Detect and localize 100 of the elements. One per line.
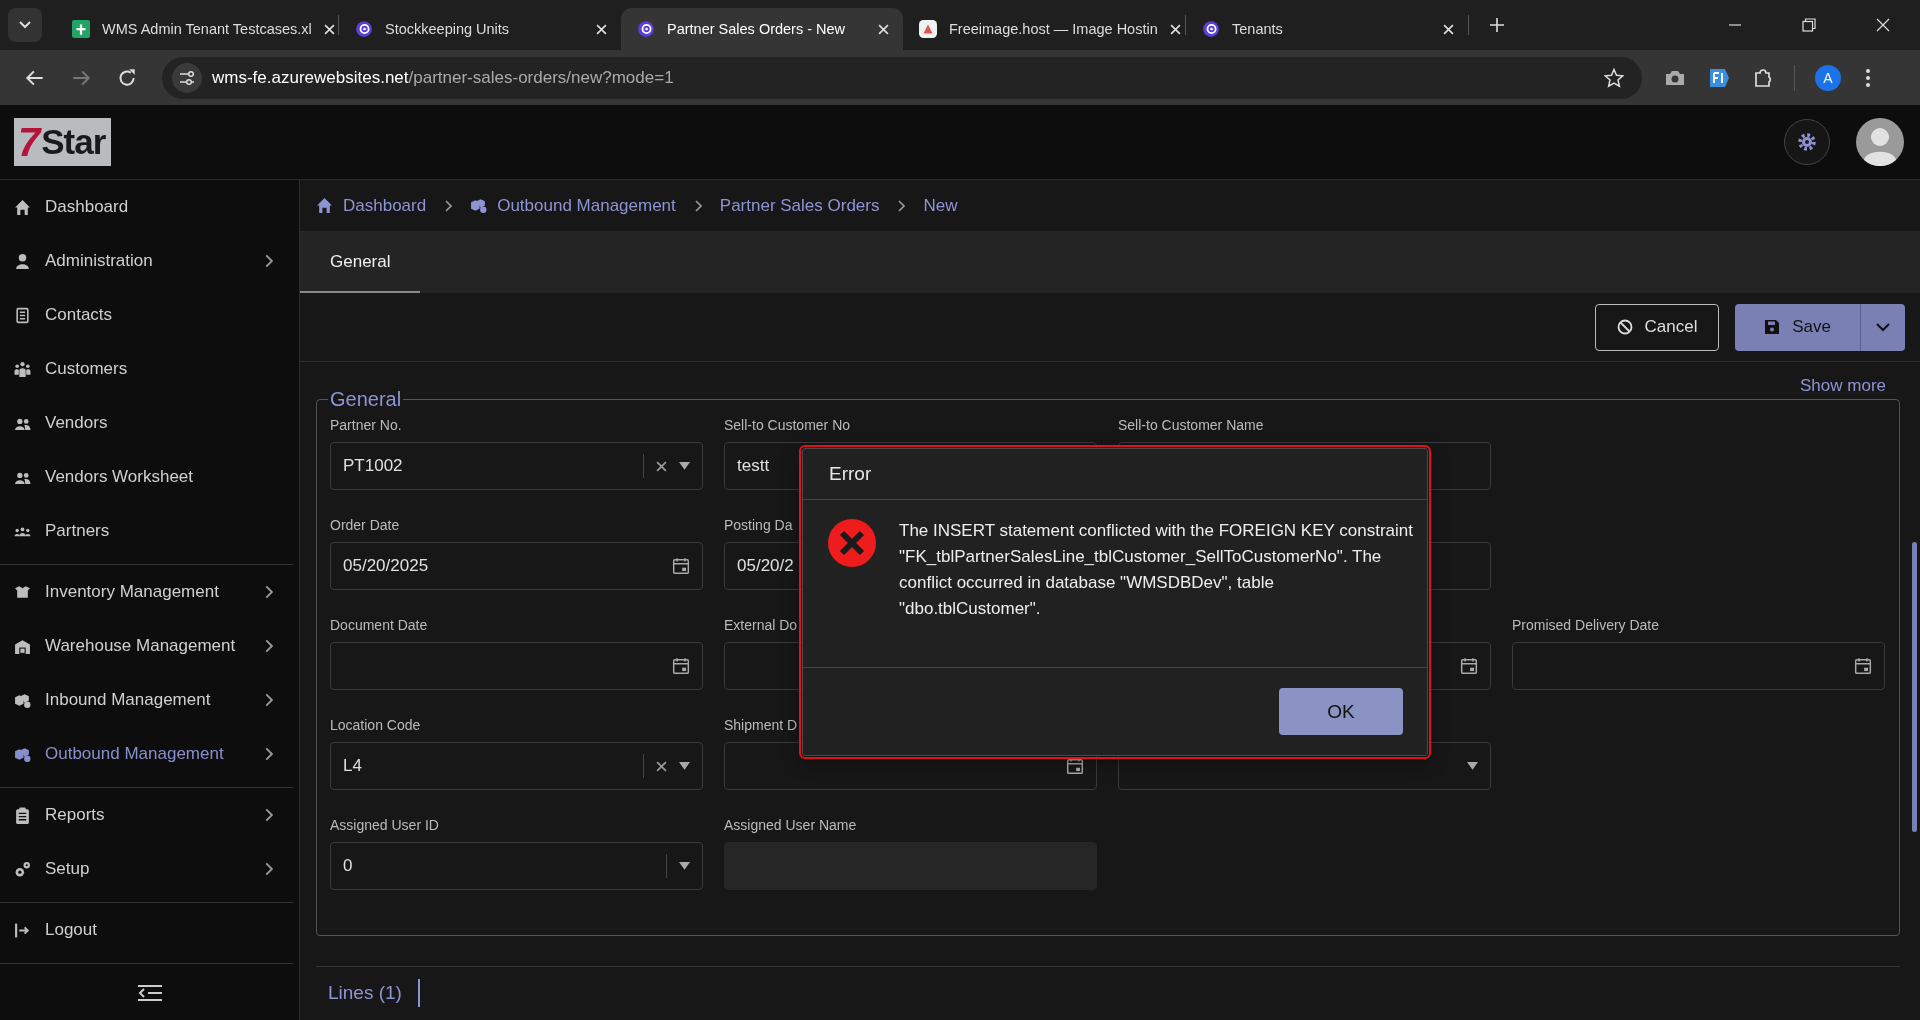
browser-tab[interactable]: WMS Admin Tenant Testcases.xl (56, 8, 338, 50)
browser-tab[interactable]: Freeimage.host — Image Hostin (903, 8, 1185, 50)
field-label: Order Date (330, 517, 400, 535)
swirl-icon (355, 20, 373, 38)
clipboard-icon (14, 806, 31, 824)
date-field[interactable]: 05/20/2025 (330, 542, 703, 590)
sidebar-item[interactable]: Warehouse Management (0, 619, 293, 673)
field-label: Assigned User ID (330, 817, 439, 835)
breadcrumb-link[interactable]: New (923, 195, 958, 216)
swirl-icon (637, 20, 655, 38)
sidebar-item[interactable]: Contacts (0, 288, 293, 342)
breadcrumb-link[interactable]: Partner Sales Orders (719, 195, 880, 216)
swirl-icon (1202, 20, 1220, 38)
calendar-icon[interactable] (672, 557, 690, 575)
site-settings-icon[interactable] (178, 68, 196, 87)
reload-icon[interactable] (116, 66, 138, 89)
date-field[interactable] (1512, 642, 1885, 690)
field-label: Shipment D (724, 717, 798, 735)
error-message: The INSERT statement conflicted with the FOREIGN KEY constraint "FK_tblPartnerSalesLine_tblCustomer_SellToCustomerNo". The conflict occurred in database "WMSDBDev", table "dbo.tblCustomer". (899, 520, 1413, 620)
home-icon (316, 197, 333, 214)
tab[interactable]: General (300, 232, 421, 293)
breadcrumb-link[interactable]: Dashboard (316, 195, 427, 216)
calendar-icon[interactable] (672, 657, 690, 675)
ok-button[interactable]: OK (1279, 688, 1403, 735)
save-options-button[interactable] (1860, 303, 1905, 351)
clear-icon[interactable] (656, 760, 667, 772)
extension-icon[interactable] (1708, 66, 1730, 89)
boxes-icon (470, 197, 488, 214)
calendar-icon[interactable] (1854, 657, 1872, 675)
logo[interactable]: 7Star (14, 118, 112, 166)
browser-tab[interactable]: Stockkeeping Units (339, 8, 621, 50)
caret-icon[interactable] (1876, 322, 1890, 332)
spreadsheet-icon (72, 20, 90, 38)
sidebar-item[interactable]: Outbound Management (0, 727, 293, 781)
field-label: Document Date (330, 617, 428, 635)
sidebar-item[interactable]: Inventory Management (0, 565, 293, 619)
calendar-icon[interactable] (1066, 757, 1084, 775)
sidebar-item[interactable]: Partners (0, 504, 293, 558)
address-bar[interactable]: wms-fe.azurewebsites.net/partner-sales-orders/new?mode=1 (162, 56, 1642, 99)
close-icon[interactable] (596, 23, 607, 35)
people-icon (14, 360, 31, 378)
puzzle-icon[interactable] (1752, 66, 1774, 89)
url-text: wms-fe.azurewebsites.net/partner-sales-orders/new?mode=1 (212, 67, 674, 88)
caret-icon[interactable] (679, 461, 690, 471)
cancel-button[interactable]: Cancel (1595, 303, 1719, 351)
select-field[interactable]: L4 (330, 742, 703, 790)
settings-button[interactable] (1784, 119, 1830, 165)
field-label: External Do (724, 617, 798, 635)
lines-tab[interactable]: Lines (1) (328, 982, 402, 1004)
sidebar-item[interactable]: Dashboard (0, 180, 293, 234)
breadcrumb-link[interactable]: Outbound Management (470, 195, 676, 216)
browser-tab[interactable]: Partner Sales Orders - New (621, 8, 903, 50)
field-label: Posting Da (724, 517, 793, 535)
collapse-icon[interactable] (136, 984, 163, 1002)
browser-tab[interactable]: Tenants (1186, 8, 1468, 50)
close-icon[interactable] (1169, 23, 1181, 35)
warehouse-icon (14, 637, 31, 655)
sidebar-item[interactable]: Customers (0, 342, 293, 396)
floppy-icon (1764, 319, 1781, 335)
boxes-icon (14, 745, 31, 763)
home-icon (14, 198, 31, 216)
calendar-icon[interactable] (1460, 657, 1478, 675)
chevron-icon (897, 199, 906, 212)
person-icon (14, 252, 31, 270)
field-label: Promised Delivery Date (1512, 617, 1660, 635)
avatar-icon[interactable] (1856, 118, 1904, 166)
book-icon (14, 306, 31, 324)
error-icon (827, 518, 877, 568)
dialog-title: Error (829, 463, 872, 485)
sidebar-item[interactable]: Reports (0, 788, 293, 842)
clear-icon[interactable] (656, 460, 667, 472)
chevron-icon (693, 199, 702, 212)
show-more-link[interactable]: Show more (1800, 376, 1886, 396)
scrollbar[interactable] (1912, 542, 1917, 832)
sidebar-item[interactable]: Vendors (0, 396, 293, 450)
date-field[interactable] (330, 642, 703, 690)
caret-icon[interactable] (679, 861, 690, 871)
gears-icon (14, 860, 31, 878)
settings-icon[interactable] (1796, 131, 1818, 153)
select-field[interactable]: PT1002 (330, 442, 703, 490)
field-label: Partner No. (330, 417, 402, 435)
close-icon[interactable] (1443, 23, 1454, 35)
sidebar-item[interactable]: Inbound Management (0, 673, 293, 727)
sidebar-item[interactable]: Setup (0, 842, 293, 896)
profile-avatar[interactable]: A (1815, 64, 1841, 91)
select-field[interactable]: 0 (330, 842, 703, 890)
tab-search-button[interactable] (8, 8, 42, 42)
sidebar-item[interactable]: Vendors Worksheet (0, 450, 293, 504)
new-tab-icon[interactable] (1489, 17, 1505, 33)
caret-icon[interactable] (1467, 761, 1478, 771)
sidebar-item[interactable]: Administration (0, 234, 293, 288)
caret-icon[interactable] (679, 761, 690, 771)
sidebar-item[interactable]: Logout (0, 903, 293, 957)
close-icon[interactable] (323, 23, 335, 35)
field-label: Sell-to Customer Name (1118, 417, 1264, 435)
close-icon[interactable] (878, 23, 889, 35)
menu-icon[interactable] (1865, 67, 1871, 88)
chevron-icon (444, 199, 453, 212)
save-button[interactable]: Save (1735, 303, 1860, 351)
star-icon[interactable] (1604, 67, 1624, 88)
